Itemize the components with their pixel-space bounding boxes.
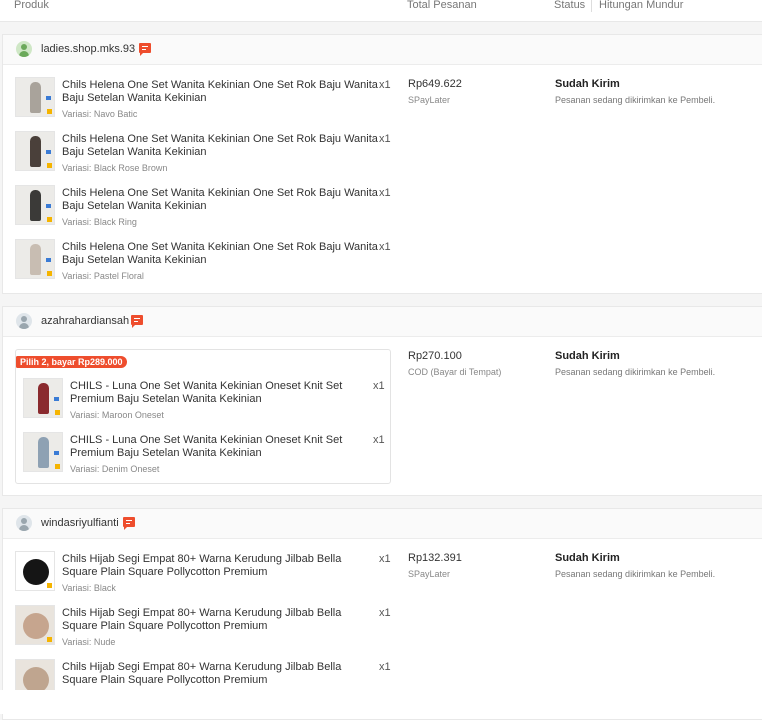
product-title[interactable]: Chils Hijab Segi Empat 80+ Warna Kerudun… bbox=[62, 661, 378, 687]
product-title[interactable]: Chils Helena One Set Wanita Kekinian One… bbox=[62, 133, 378, 159]
list-item[interactable]: Chils Hijab Segi Empat 80+ Warna Kerudun… bbox=[15, 605, 405, 657]
payment-method: SPayLater bbox=[408, 569, 451, 579]
shop-avatar[interactable] bbox=[16, 515, 32, 531]
product-thumbnail[interactable] bbox=[23, 378, 63, 418]
product-thumbnail[interactable] bbox=[15, 239, 55, 279]
shop-name[interactable]: windasriyulfianti bbox=[41, 517, 119, 529]
bundle-deal: Pilih 2, bayar Rp289.000 CHILS - Luna On… bbox=[15, 349, 391, 484]
product-qty: x1 bbox=[379, 133, 391, 145]
product-title[interactable]: Chils Helena One Set Wanita Kekinian One… bbox=[62, 241, 378, 267]
bottom-overlay bbox=[0, 690, 762, 714]
status-description: Pesanan sedang dikirimkan ke Pembeli. bbox=[555, 569, 716, 579]
product-qty: x1 bbox=[379, 187, 391, 199]
order-card: windasriyulfianti Chils Hijab Segi Empat… bbox=[2, 508, 762, 720]
shop-row: ladies.shop.mks.93 bbox=[3, 35, 762, 65]
status-description: Pesanan sedang dikirimkan ke Pembeli. bbox=[555, 95, 716, 105]
order-status: Sudah Kirim bbox=[555, 78, 620, 90]
column-status: Status bbox=[554, 0, 586, 11]
chat-icon[interactable] bbox=[139, 43, 151, 56]
order-total: Rp270.100 bbox=[408, 350, 462, 362]
product-variant: Variasi: Black bbox=[62, 583, 116, 593]
order-total: Rp132.391 bbox=[408, 552, 462, 564]
product-qty: x1 bbox=[379, 661, 391, 673]
column-total: Total Pesanan bbox=[407, 0, 477, 11]
product-title[interactable]: CHILS - Luna One Set Wanita Kekinian One… bbox=[70, 380, 370, 406]
list-item[interactable]: CHILS - Luna One Set Wanita Kekinian One… bbox=[23, 378, 385, 430]
product-title[interactable]: Chils Hijab Segi Empat 80+ Warna Kerudun… bbox=[62, 607, 378, 633]
shop-avatar[interactable] bbox=[16, 313, 32, 329]
chat-icon[interactable] bbox=[131, 315, 143, 328]
product-qty: x1 bbox=[379, 607, 391, 619]
product-title[interactable]: Chils Hijab Segi Empat 80+ Warna Kerudun… bbox=[62, 553, 378, 579]
product-thumbnail[interactable] bbox=[15, 605, 55, 645]
product-thumbnail[interactable] bbox=[15, 131, 55, 171]
shop-row: windasriyulfianti bbox=[3, 509, 762, 539]
product-thumbnail[interactable] bbox=[15, 185, 55, 225]
column-countdown: Hitungan Mundur bbox=[599, 0, 684, 11]
product-variant: Variasi: Denim Oneset bbox=[70, 464, 160, 474]
product-title[interactable]: Chils Helena One Set Wanita Kekinian One… bbox=[62, 79, 378, 105]
order-status: Sudah Kirim bbox=[555, 552, 620, 564]
shop-name[interactable]: azahrahardiansah bbox=[41, 315, 129, 327]
order-total: Rp649.622 bbox=[408, 78, 462, 90]
column-divider bbox=[591, 0, 592, 12]
product-variant: Variasi: Black Ring bbox=[62, 217, 137, 227]
product-qty: x1 bbox=[373, 380, 385, 392]
product-thumbnail[interactable] bbox=[15, 77, 55, 117]
product-thumbnail[interactable] bbox=[15, 551, 55, 591]
order-card: ladies.shop.mks.93 Chils Helena One Set … bbox=[2, 34, 762, 294]
table-header: Produk Total Pesanan Status Hitungan Mun… bbox=[0, 0, 762, 22]
product-qty: x1 bbox=[379, 241, 391, 253]
product-variant: Variasi: Maroon Oneset bbox=[70, 410, 164, 420]
product-title[interactable]: CHILS - Luna One Set Wanita Kekinian One… bbox=[70, 434, 370, 460]
shop-name[interactable]: ladies.shop.mks.93 bbox=[41, 43, 135, 55]
list-item[interactable]: Chils Hijab Segi Empat 80+ Warna Kerudun… bbox=[15, 551, 405, 603]
product-variant: Variasi: Pastel Floral bbox=[62, 271, 144, 281]
shop-avatar[interactable] bbox=[16, 41, 32, 57]
product-variant: Variasi: Navo Batic bbox=[62, 109, 138, 119]
status-description: Pesanan sedang dikirimkan ke Pembeli. bbox=[555, 367, 716, 377]
payment-method: SPayLater bbox=[408, 95, 451, 105]
list-item[interactable]: CHILS - Luna One Set Wanita Kekinian One… bbox=[23, 432, 385, 484]
product-qty: x1 bbox=[379, 79, 391, 91]
product-qty: x1 bbox=[379, 553, 391, 565]
list-item[interactable]: Chils Helena One Set Wanita Kekinian One… bbox=[15, 77, 405, 129]
list-item[interactable]: Chils Helena One Set Wanita Kekinian One… bbox=[15, 185, 405, 237]
product-variant: Variasi: Black Rose Brown bbox=[62, 163, 168, 173]
shop-row: azahrahardiansah bbox=[3, 307, 762, 337]
product-qty: x1 bbox=[373, 434, 385, 446]
bundle-deal-badge: Pilih 2, bayar Rp289.000 bbox=[16, 356, 127, 368]
product-thumbnail[interactable] bbox=[23, 432, 63, 472]
column-product: Produk bbox=[14, 0, 49, 11]
order-card: azahrahardiansah Pilih 2, bayar Rp289.00… bbox=[2, 306, 762, 496]
chat-icon[interactable] bbox=[123, 517, 135, 530]
product-title[interactable]: Chils Helena One Set Wanita Kekinian One… bbox=[62, 187, 378, 213]
product-variant: Variasi: Nude bbox=[62, 637, 116, 647]
order-status: Sudah Kirim bbox=[555, 350, 620, 362]
payment-method: COD (Bayar di Tempat) bbox=[408, 367, 502, 377]
list-item[interactable]: Chils Helena One Set Wanita Kekinian One… bbox=[15, 131, 405, 183]
list-item[interactable]: Chils Helena One Set Wanita Kekinian One… bbox=[15, 239, 405, 291]
